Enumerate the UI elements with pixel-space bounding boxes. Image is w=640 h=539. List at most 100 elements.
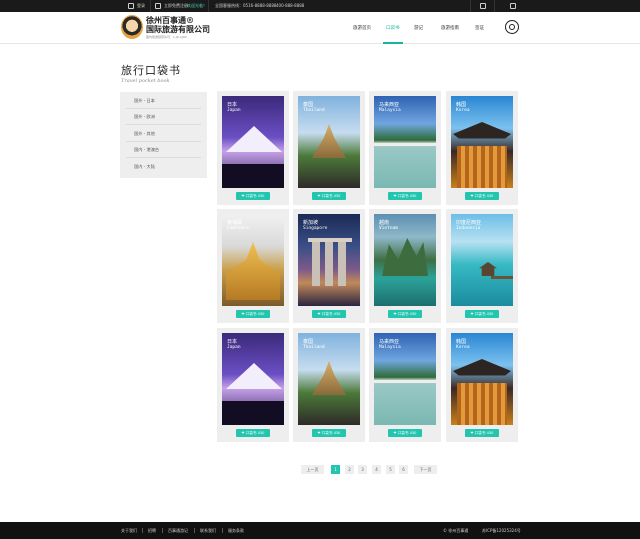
sidebar-divider	[126, 141, 201, 142]
sidebar-divider	[126, 157, 201, 158]
mobile-icon[interactable]	[510, 3, 516, 9]
sidebar-item-other[interactable]: 国外 - 其他	[134, 131, 155, 137]
destination-image[interactable]: 马来西亚 Malaysia	[374, 96, 436, 188]
hotline-number: 400-888-8888	[276, 3, 305, 8]
pocket-book-button[interactable]: ❤ 口袋书 430	[388, 429, 422, 437]
destination-name-en: Malaysia	[379, 108, 401, 113]
site-footer: 关于我们 招聘 百事通游记 联系我们 服务条款 © 徐州百事通 苏ICP备120…	[0, 522, 640, 539]
pagination-page-1[interactable]: 1	[331, 465, 340, 474]
nav-visa[interactable]: 签证	[475, 25, 484, 31]
destination-name-en: Cambodia	[227, 226, 249, 231]
pagination-page-5[interactable]: 5	[386, 465, 395, 474]
destination-image[interactable]: 新加坡 Singapore	[298, 214, 360, 306]
footer-link-terms[interactable]: 服务条款	[228, 522, 244, 539]
destination-name-en: Japan	[227, 108, 241, 113]
destination-image[interactable]: 越南 Vietnam	[374, 214, 436, 306]
destination-name-en: Korea	[456, 345, 470, 350]
pocket-book-card[interactable]: 印度尼西亚 Indonesia ❤ 口袋书 430	[446, 209, 518, 323]
pagination-page-4[interactable]: 4	[372, 465, 381, 474]
topbar-divider	[208, 0, 209, 12]
footer-link-about[interactable]: 关于我们	[121, 522, 137, 539]
destination-name-en: Singapore	[303, 226, 328, 231]
destination-name-en: Indonesia	[456, 226, 481, 231]
welcome-text: 欢迎光临！	[187, 3, 207, 8]
pagination-prev-button[interactable]: 上一页	[301, 465, 324, 474]
logo-subtitle: 国内旅游经营许可：L-JS-CJ00	[146, 35, 187, 39]
sidebar-item-mainland[interactable]: 国内 - 大陆	[134, 164, 155, 170]
user-icon	[128, 3, 134, 9]
pocket-book-card[interactable]: 日本 Japan ❤ 口袋书 430	[217, 328, 289, 442]
login-link[interactable]: 登录	[137, 0, 145, 12]
weibo-icon[interactable]	[480, 3, 486, 9]
pocket-book-button[interactable]: ❤ 口袋书 430	[312, 429, 346, 437]
pocket-book-button[interactable]: ❤ 口袋书 430	[236, 192, 270, 200]
nav-active-indicator	[383, 42, 403, 44]
sidebar-item-hk-macau-taiwan[interactable]: 国内 - 港澳台	[134, 147, 159, 153]
pocket-book-card[interactable]: 柬埔寨 Cambodia ❤ 口袋书 430	[217, 209, 289, 323]
destination-name-en: Korea	[456, 108, 470, 113]
pocket-book-button[interactable]: ❤ 口袋书 430	[465, 310, 499, 318]
top-bar: 登录 立即免费注册 欢迎光临！ 全国客服热线：0516-8888-8888 40…	[0, 0, 640, 12]
pocket-book-button[interactable]: ❤ 口袋书 430	[465, 429, 499, 437]
pocket-book-card[interactable]: 日本 Japan ❤ 口袋书 430	[217, 91, 289, 205]
pocket-book-card[interactable]: 越南 Vietnam ❤ 口袋书 430	[369, 209, 441, 323]
destination-name-en: Vietnam	[379, 226, 398, 231]
footer-copyright: © 徐州百事通	[443, 528, 469, 533]
logo-title[interactable]: 徐州百事通® 国际旅游有限公司	[146, 16, 210, 34]
pocket-book-card[interactable]: 泰国 Thailand ❤ 口袋书 430	[293, 91, 365, 205]
destination-name-en: Thailand	[303, 108, 325, 113]
pocket-book-button[interactable]: ❤ 口袋书 430	[312, 192, 346, 200]
register-link[interactable]: 立即免费注册	[164, 0, 188, 12]
destination-image[interactable]: 印度尼西亚 Indonesia	[451, 214, 513, 306]
destination-image[interactable]: 日本 Japan	[222, 333, 284, 425]
destination-image[interactable]: 马来西亚 Malaysia	[374, 333, 436, 425]
nav-home[interactable]: 旅游首页	[353, 25, 371, 31]
pocket-book-card[interactable]: 泰国 Thailand ❤ 口袋书 430	[293, 328, 365, 442]
destination-name-en: Malaysia	[379, 345, 401, 350]
nav-pocket-book[interactable]: 口袋书	[386, 25, 400, 31]
destination-image[interactable]: 泰国 Thailand	[298, 96, 360, 188]
destination-image[interactable]: 泰国 Thailand	[298, 333, 360, 425]
destination-image[interactable]: 日本 Japan	[222, 96, 284, 188]
sidebar-item-japan[interactable]: 国外 - 日本	[134, 98, 155, 104]
search-icon[interactable]	[505, 20, 519, 34]
pocket-book-card[interactable]: 马来西亚 Malaysia ❤ 口袋书 430	[369, 91, 441, 205]
logo-title-line2: 国际旅游有限公司	[146, 24, 210, 34]
destination-image[interactable]: 韩国 Korea	[451, 333, 513, 425]
footer-divider	[162, 528, 163, 533]
pagination-page-6[interactable]: 6	[399, 465, 408, 474]
pocket-book-button[interactable]: ❤ 口袋书 430	[236, 429, 270, 437]
pocket-book-card[interactable]: 韩国 Korea ❤ 口袋书 430	[446, 91, 518, 205]
pagination-next-button[interactable]: 下一页	[414, 465, 437, 474]
pocket-book-card[interactable]: 韩国 Korea ❤ 口袋书 430	[446, 328, 518, 442]
footer-link-jobs[interactable]: 招聘	[148, 522, 156, 539]
destination-image[interactable]: 韩国 Korea	[451, 96, 513, 188]
category-sidebar: 国外 - 日本 国外 - 欧洲 国外 - 其他 国内 - 港澳台 国内 - 大陆	[120, 92, 207, 178]
register-icon	[155, 3, 161, 9]
pocket-book-button[interactable]: ❤ 口袋书 430	[388, 192, 422, 200]
topbar-divider	[150, 0, 151, 12]
logo-mascot-icon[interactable]	[121, 15, 143, 39]
footer-divider	[194, 528, 195, 533]
hotline-text: 全国客服热线：0516-8888-8888	[215, 3, 277, 8]
pocket-book-button[interactable]: ❤ 口袋书 430	[312, 310, 346, 318]
sidebar-item-europe[interactable]: 国外 - 欧洲	[134, 114, 155, 120]
pocket-book-button[interactable]: ❤ 口袋书 430	[465, 192, 499, 200]
footer-divider	[222, 528, 223, 533]
sidebar-divider	[126, 124, 201, 125]
pagination-page-3[interactable]: 3	[358, 465, 367, 474]
page-subtitle: Travel pocket book	[121, 78, 170, 84]
destination-name-en: Thailand	[303, 345, 325, 350]
pocket-book-card[interactable]: 马来西亚 Malaysia ❤ 口袋书 430	[369, 328, 441, 442]
footer-icp: 苏ICP备12025324号	[482, 528, 521, 533]
pagination-page-2[interactable]: 2	[345, 465, 354, 474]
pocket-book-button[interactable]: ❤ 口袋书 430	[388, 310, 422, 318]
footer-link-contact[interactable]: 联系我们	[200, 522, 216, 539]
pocket-book-card[interactable]: 新加坡 Singapore ❤ 口袋书 430	[293, 209, 365, 323]
destination-image[interactable]: 柬埔寨 Cambodia	[222, 214, 284, 306]
nav-travel-guide[interactable]: 旅游指南	[441, 25, 459, 31]
footer-link-notes[interactable]: 百事通游记	[168, 522, 188, 539]
nav-travel-notes[interactable]: 游记	[414, 25, 423, 31]
pocket-book-button[interactable]: ❤ 口袋书 430	[236, 310, 270, 318]
site-header: 徐州百事通® 国际旅游有限公司 国内旅游经营许可：L-JS-CJ00 旅游首页 …	[0, 12, 640, 44]
